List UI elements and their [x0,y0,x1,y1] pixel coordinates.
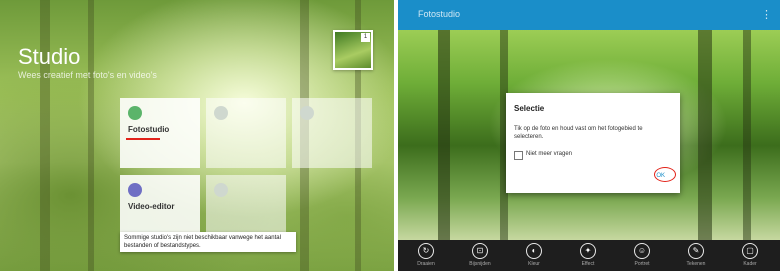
gif-icon [300,106,314,120]
tool-draw[interactable]: ✎ Tekenen [674,243,718,267]
tool-label: Tekenen [686,261,706,267]
edit-toolbar: ↻ Draaien ⊡ Bijsnijden ◐ Kleur ✦ Effect … [398,240,780,271]
dont-ask-checkbox[interactable] [514,151,523,160]
selection-count-badge: 1 [361,33,370,42]
tile-label: Fotostudio [128,125,170,134]
app-bar-title: Fotostudio [418,9,461,19]
tool-rotate[interactable]: ↻ Draaien [404,243,448,267]
selected-photo-thumbnail[interactable]: 1 [333,30,373,70]
tree-trunk [88,0,94,271]
dialog-title: Selectie [514,104,545,113]
frame-icon: ▢ [742,243,758,259]
tool-label: Portret [634,261,650,267]
video-trim-icon [214,183,228,197]
tool-color[interactable]: ◐ Kleur [512,243,556,267]
tool-frame[interactable]: ▢ Kader [728,243,772,267]
fotostudio-tile[interactable]: Fotostudio [120,98,200,168]
dont-ask-label[interactable]: Niet meer vragen [526,151,572,157]
tool-label: Effect [581,261,595,267]
tool-portrait[interactable]: ☺ Portret [620,243,664,267]
highlight-underline [126,138,160,140]
highlight-circle [654,167,676,182]
studio-title: Studio [18,44,81,69]
more-options-icon[interactable]: ⋮ [761,8,772,21]
collage-icon [214,106,228,120]
tool-label: Kader [743,261,757,267]
studio-subtitle: Wees creatief met foto's en video's [18,70,157,80]
unavailable-tooltip: Sommige studio's zijn niet beschikbaar v… [120,232,296,252]
studio-panel: Studio Wees creatief met foto's en video… [0,0,394,271]
color-icon: ◐ [526,243,542,259]
tool-label: Kleur [528,261,540,267]
tree-trunk [40,0,50,271]
dialog-message: Tik op de foto en houd vast om het fotog… [514,126,643,140]
tool-label: Draaien [417,261,435,267]
collage-tile[interactable] [206,98,286,168]
crop-icon: ⊡ [472,243,488,259]
tile-label: Video-editor [128,202,175,211]
selection-dialog: Selectie Tik op de foto en houd vast om … [506,93,680,193]
video-icon [128,183,142,197]
editor-panel: Fotostudio ⋮ Selectie Tik op de foto en … [398,0,780,271]
tree-trunk [438,30,450,240]
tree-trunk [698,30,712,240]
portrait-icon: ☺ [634,243,650,259]
gif-tile[interactable] [292,98,372,168]
draw-icon: ✎ [688,243,704,259]
tool-effect[interactable]: ✦ Effect [566,243,610,267]
effect-icon: ✦ [580,243,596,259]
tool-label: Bijsnijden [469,261,491,267]
app-bar: Fotostudio ⋮ [398,0,780,30]
rotate-icon: ↻ [418,243,434,259]
tool-crop[interactable]: ⊡ Bijsnijden [458,243,502,267]
photo-icon [128,106,142,120]
tree-trunk [743,30,751,240]
